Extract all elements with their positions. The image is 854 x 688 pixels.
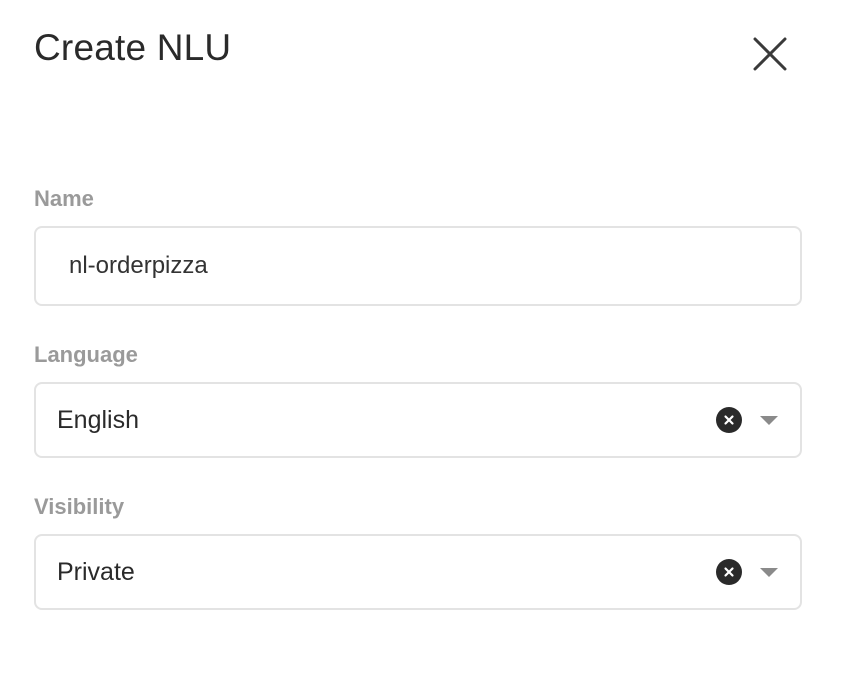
close-icon bbox=[753, 37, 787, 71]
language-select[interactable]: English bbox=[34, 382, 802, 458]
visibility-label: Visibility bbox=[34, 494, 125, 519]
clear-icon[interactable] bbox=[716, 407, 742, 433]
dialog-title: Create NLU bbox=[34, 27, 232, 68]
language-selected-value: English bbox=[57, 405, 139, 434]
language-label: Language bbox=[34, 342, 138, 367]
chevron-down-icon[interactable] bbox=[760, 415, 778, 425]
create-nlu-dialog: Create NLU Name Language English Visibil… bbox=[0, 0, 854, 688]
chevron-down-icon[interactable] bbox=[760, 567, 778, 577]
visibility-selected-value: Private bbox=[57, 557, 135, 586]
name-label: Name bbox=[34, 186, 94, 211]
clear-icon[interactable] bbox=[716, 559, 742, 585]
name-input[interactable] bbox=[36, 228, 800, 304]
name-field-wrapper bbox=[34, 226, 802, 306]
visibility-select[interactable]: Private bbox=[34, 534, 802, 610]
close-button[interactable] bbox=[748, 32, 792, 76]
